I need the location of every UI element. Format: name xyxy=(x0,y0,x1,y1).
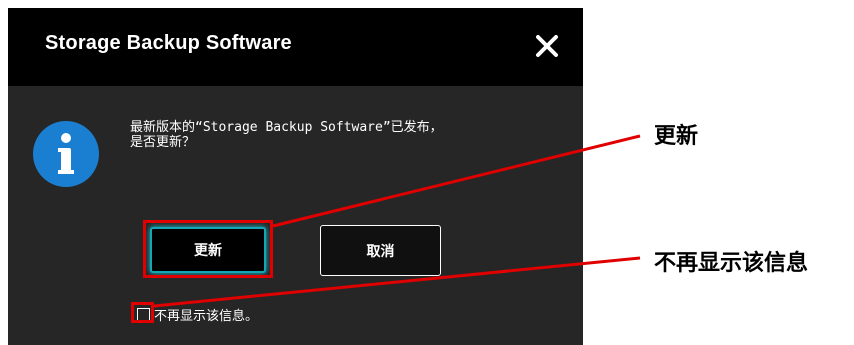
dialog-window: Storage Backup Software 最新版本的“Storage Ba… xyxy=(8,8,583,345)
dialog-message: 最新版本的“Storage Backup Software”已发布， 是否更新？ xyxy=(130,120,443,150)
callout-box-update xyxy=(143,220,273,278)
annotation-label-dont-show: 不再显示该信息 xyxy=(654,251,809,276)
dont-show-again-label: 不再显示该信息。 xyxy=(154,308,259,324)
cancel-button[interactable]: 取消 xyxy=(320,225,441,276)
info-icon xyxy=(32,120,100,188)
close-icon[interactable] xyxy=(532,31,562,61)
dialog-title: Storage Backup Software xyxy=(45,32,292,54)
annotation-label-update: 更新 xyxy=(654,124,699,149)
dont-show-again-row[interactable]: 不再显示该信息。 xyxy=(137,306,259,324)
title-bar: Storage Backup Software xyxy=(8,8,583,86)
callout-box-checkbox xyxy=(131,302,154,323)
